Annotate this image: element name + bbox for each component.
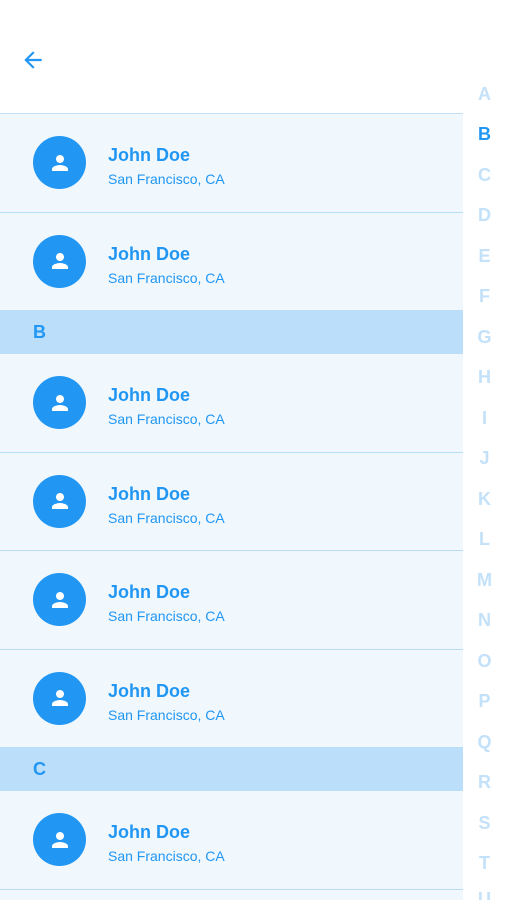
contact-row[interactable]: John Doe San Francisco, CA xyxy=(0,649,463,748)
contacts-screen: John Doe San Francisco, CA John Doe San … xyxy=(0,0,506,900)
avatar xyxy=(33,474,86,528)
index-letter-p[interactable]: P xyxy=(463,691,506,711)
index-letter-o[interactable]: O xyxy=(463,651,506,671)
index-letter-h[interactable]: H xyxy=(463,367,506,387)
index-letter-b[interactable]: B xyxy=(463,124,506,144)
person-icon xyxy=(51,154,68,171)
contact-location: San Francisco, CA xyxy=(108,411,225,427)
contact-location: San Francisco, CA xyxy=(108,171,225,187)
avatar xyxy=(33,573,86,626)
contact-location: San Francisco, CA xyxy=(108,608,225,624)
index-letter-g[interactable]: G xyxy=(463,327,506,347)
contact-list[interactable]: John Doe San Francisco, CA John Doe San … xyxy=(0,113,463,900)
avatar xyxy=(33,234,86,288)
person-icon xyxy=(51,591,68,608)
person-icon xyxy=(51,253,68,269)
index-letter-u[interactable]: U xyxy=(463,889,506,900)
avatar xyxy=(33,136,86,189)
contact-row[interactable]: John Doe San Francisco, CA xyxy=(0,114,463,213)
index-letter-t[interactable]: T xyxy=(463,853,506,873)
avatar xyxy=(33,671,86,725)
index-letter-r[interactable]: R xyxy=(463,772,506,792)
contact-name: John Doe xyxy=(108,243,191,264)
index-letter-j[interactable]: J xyxy=(463,448,506,468)
contact-row[interactable]: John Doe San Francisco, CA xyxy=(0,452,463,551)
avatar xyxy=(33,376,86,429)
contact-location: San Francisco, CA xyxy=(108,848,225,864)
section-header-c: C xyxy=(0,748,463,791)
index-letter-n[interactable]: N xyxy=(463,610,506,630)
contact-location: San Francisco, CA xyxy=(108,509,225,526)
contact-name: John Doe xyxy=(108,582,191,602)
contact-location: San Francisco, CA xyxy=(108,706,225,723)
person-icon xyxy=(51,690,68,706)
index-letter-e[interactable]: E xyxy=(463,246,506,266)
arrow-left-icon xyxy=(24,51,42,69)
contact-location: San Francisco, CA xyxy=(108,269,225,286)
contact-name: John Doe xyxy=(108,483,191,504)
person-icon xyxy=(51,394,68,411)
back-button[interactable] xyxy=(16,43,50,77)
index-letter-c[interactable]: C xyxy=(463,165,506,185)
contact-name: John Doe xyxy=(108,822,191,842)
contact-name: John Doe xyxy=(108,145,191,165)
person-icon xyxy=(51,831,68,848)
person-icon xyxy=(51,493,68,509)
contact-name: John Doe xyxy=(108,385,191,405)
section-header-b: B xyxy=(0,311,463,354)
avatar xyxy=(33,813,86,866)
alphabet-index[interactable]: A B C D E F G H I J K L M N O P Q R S T … xyxy=(463,0,506,900)
index-letter-d[interactable]: D xyxy=(463,205,506,225)
index-letter-f[interactable]: F xyxy=(463,286,506,306)
contact-row[interactable]: John Doe San Francisco, CA xyxy=(0,212,463,311)
index-letter-l[interactable]: L xyxy=(463,529,506,549)
contact-row[interactable]: John Doe San Francisco, CA xyxy=(0,791,463,890)
index-letter-a[interactable]: A xyxy=(463,84,506,104)
index-letter-s[interactable]: S xyxy=(463,813,506,833)
contact-row[interactable]: John Doe San Francisco, CA xyxy=(0,354,463,453)
contact-name: John Doe xyxy=(108,680,191,701)
index-letter-i[interactable]: I xyxy=(463,408,506,428)
index-letter-q[interactable]: Q xyxy=(463,732,506,752)
top-app-bar xyxy=(0,0,506,113)
index-letter-m[interactable]: M xyxy=(463,570,506,590)
contact-row[interactable]: John Doe San Francisco, CA xyxy=(0,551,463,650)
index-letter-k[interactable]: K xyxy=(463,489,506,509)
